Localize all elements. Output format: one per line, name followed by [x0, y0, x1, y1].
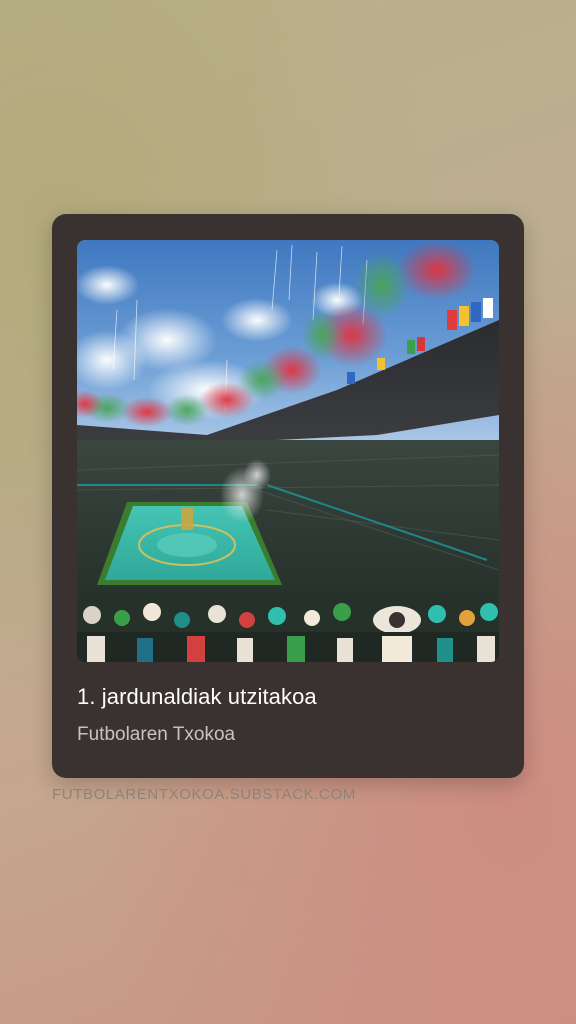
source-url[interactable]: FUTBOLARENTXOKOA.SUBSTACK.COM	[52, 786, 356, 803]
article-cover-image[interactable]	[77, 240, 499, 662]
publication-name: Futbolaren Txokoa	[77, 724, 236, 745]
article-title[interactable]: 1. jardunaldiak utzitakoa	[77, 684, 497, 710]
link-preview-card[interactable]: 1. jardunaldiak utzitakoa Futbolaren Txo…	[52, 214, 524, 778]
